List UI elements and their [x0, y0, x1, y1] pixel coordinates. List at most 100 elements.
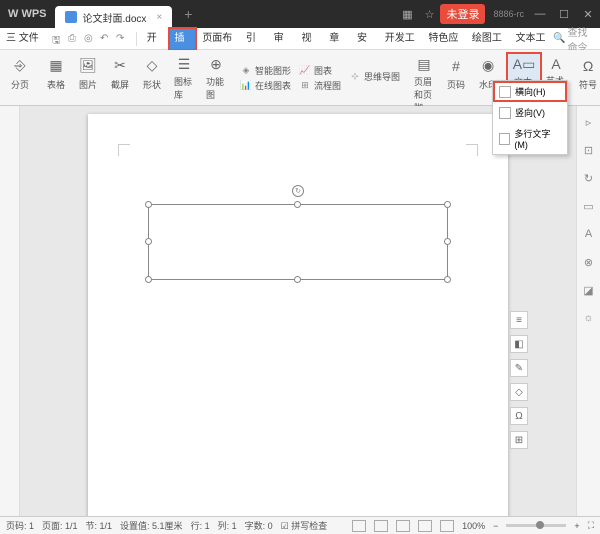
rotate-handle[interactable]: ↻ [292, 185, 304, 197]
tab-section[interactable]: 章节 [323, 28, 351, 50]
minimize-button[interactable]: — [528, 8, 552, 20]
resize-handle-se[interactable] [444, 276, 451, 283]
tab-drawtools[interactable]: 绘图工具 [466, 28, 510, 50]
file-menu[interactable]: 三 文件 ∨ [0, 28, 48, 50]
symbol-button[interactable]: Ω符号 [572, 54, 600, 102]
tab-view[interactable]: 视图 [295, 28, 323, 50]
flowchart-button[interactable]: ⊞流程图 [299, 79, 341, 92]
floating-shape-tools: ≡ ◧ ✎ ◇ Ω ⊞ [510, 311, 528, 449]
mindmap-button[interactable]: ⊹思维导图 [349, 70, 400, 83]
status-spell[interactable]: ☑ 拼写检查 [281, 519, 328, 532]
tab-review[interactable]: 审阅 [268, 28, 296, 50]
resize-handle-w[interactable] [145, 238, 152, 245]
resize-handle-e[interactable] [444, 238, 451, 245]
side-shadow-icon[interactable]: ◪ [581, 282, 597, 298]
command-search[interactable]: 🔍 查找命令 [553, 24, 596, 54]
view-mode-1[interactable] [352, 520, 366, 532]
pagebreak-icon: ⎆ [10, 56, 30, 76]
undo-icon[interactable]: ↶ [100, 33, 112, 45]
status-pages[interactable]: 页面: 1/1 [42, 519, 78, 532]
float-shape-button[interactable]: ◇ [510, 383, 528, 401]
headerfooter-icon: ▤ [414, 56, 434, 73]
tab-security[interactable]: 安全 [351, 28, 379, 50]
zoom-value[interactable]: 100% [462, 521, 485, 531]
close-button[interactable]: ✕ [576, 8, 600, 21]
view-mode-5[interactable] [440, 520, 454, 532]
side-order-icon[interactable]: ⊡ [581, 142, 597, 158]
canvas[interactable]: ↻ ≡ ◧ ✎ ◇ Ω ⊞ [20, 106, 576, 516]
headerfooter-button[interactable]: ▤页眉和页脚 [408, 54, 440, 102]
multiline-icon [499, 133, 510, 145]
shape-button[interactable]: ◇形状 [136, 54, 168, 102]
resize-handle-n[interactable] [294, 201, 301, 208]
view-mode-2[interactable] [374, 520, 388, 532]
onlinechart-icon: 📊 [240, 79, 252, 91]
app-logo: W WPS [0, 8, 55, 20]
dropdown-vertical[interactable]: 竖向(V) [493, 102, 567, 123]
status-line: 行: 1 [191, 519, 210, 532]
side-rotate-icon[interactable]: ↻ [581, 170, 597, 186]
side-select-icon[interactable]: ▹ [581, 114, 597, 130]
app-menu-icon[interactable]: ▦ [396, 8, 418, 21]
side-clear-icon[interactable]: ⊗ [581, 254, 597, 270]
preview-icon[interactable]: ◎ [84, 33, 96, 45]
vertical-icon [499, 107, 511, 119]
zoom-out-button[interactable]: − [493, 521, 498, 531]
view-mode-3[interactable] [396, 520, 410, 532]
msg-icon[interactable]: ☆ [419, 8, 441, 21]
dropdown-horizontal[interactable]: 横向(H) [493, 81, 567, 102]
workspace: ↻ ≡ ◧ ✎ ◇ Ω ⊞ ▹ ⊡ ↻ ▭ A ⊗ ◪ ☼ [0, 106, 600, 516]
float-pen-button[interactable]: ✎ [510, 359, 528, 377]
zoom-slider[interactable] [506, 524, 566, 527]
margin-corner-tl [118, 144, 130, 156]
side-glow-icon[interactable]: ☼ [581, 310, 597, 326]
picture-button[interactable]: 🖼图片 [72, 54, 104, 102]
dropdown-multiline[interactable]: 多行文字(M) [493, 123, 567, 154]
iconlib-button[interactable]: ☰图标库 [168, 54, 200, 102]
resize-handle-sw[interactable] [145, 276, 152, 283]
table-button[interactable]: ▦表格 [40, 54, 72, 102]
textbox-icon: A▭ [514, 56, 534, 73]
print-icon[interactable]: ⎙ [68, 33, 80, 45]
screenshot-button[interactable]: ✂截屏 [104, 54, 136, 102]
status-chars[interactable]: 字数: 0 [245, 519, 273, 532]
save-icon[interactable]: 🖫 [52, 33, 64, 45]
pagenum-button[interactable]: #页码 [440, 54, 472, 102]
float-fill-button[interactable]: ◧ [510, 335, 528, 353]
tab-layout[interactable]: 页面布局 [196, 28, 240, 50]
chart-button[interactable]: 📈图表 [299, 64, 341, 77]
onlinechart-button[interactable]: 📊在线图表 [240, 79, 291, 92]
smartart-button[interactable]: ◈智能图形 [240, 64, 291, 77]
tab-refs[interactable]: 引用 [240, 28, 268, 50]
float-layout-button[interactable]: ≡ [510, 311, 528, 329]
zoom-in-button[interactable]: + [574, 521, 579, 531]
selected-textbox[interactable]: ↻ [148, 204, 448, 280]
status-page[interactable]: 页码: 1 [6, 519, 34, 532]
tab-insert[interactable]: 插入 [169, 28, 197, 50]
function-button[interactable]: ⊕功能图 [200, 54, 232, 102]
close-tab-icon[interactable]: × [156, 12, 162, 23]
resize-handle-nw[interactable] [145, 201, 152, 208]
page[interactable]: ↻ [88, 114, 508, 516]
tab-special[interactable]: 特色应用 [422, 28, 466, 50]
tab-texttools[interactable]: 文本工具 [509, 28, 553, 50]
view-mode-4[interactable] [418, 520, 432, 532]
smartart-icon: ◈ [240, 64, 252, 76]
add-tab-button[interactable]: + [172, 6, 204, 22]
maximize-button[interactable]: ☐ [552, 8, 576, 21]
float-formula-button[interactable]: Ω [510, 407, 528, 425]
side-group-icon[interactable]: ▭ [581, 198, 597, 214]
login-button[interactable]: 未登录 [440, 4, 485, 24]
side-style-icon[interactable]: A [581, 226, 597, 242]
tab-dev[interactable]: 开发工具 [379, 28, 423, 50]
redo-icon[interactable]: ↷ [116, 33, 128, 45]
fullscreen-button[interactable]: ⛶ [588, 520, 594, 531]
float-more-button[interactable]: ⊞ [510, 431, 528, 449]
resize-handle-s[interactable] [294, 276, 301, 283]
document-tab[interactable]: 论文封面.docx × [55, 6, 173, 28]
screenshot-icon: ✂ [110, 56, 130, 76]
resize-handle-ne[interactable] [444, 201, 451, 208]
pagebreak-button[interactable]: ⎆分页 [4, 54, 36, 102]
tab-start[interactable]: 开始 [141, 28, 169, 50]
vertical-ruler[interactable] [0, 106, 20, 516]
